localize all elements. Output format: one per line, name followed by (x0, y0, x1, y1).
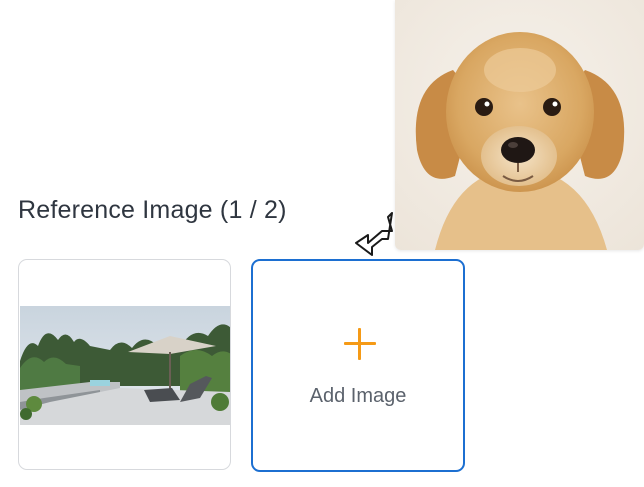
dragged-puppy-image[interactable] (395, 0, 644, 250)
reference-image-thumbnail (20, 306, 230, 425)
reference-image-card[interactable] (18, 259, 231, 470)
drag-cursor-icon (355, 212, 393, 256)
add-image-button[interactable]: Add Image (251, 259, 465, 472)
add-image-label: Add Image (309, 385, 407, 407)
puppy-photo (395, 0, 644, 250)
plus-icon (342, 326, 378, 362)
reference-image-title: Reference Image (1 / 2) (18, 196, 287, 224)
